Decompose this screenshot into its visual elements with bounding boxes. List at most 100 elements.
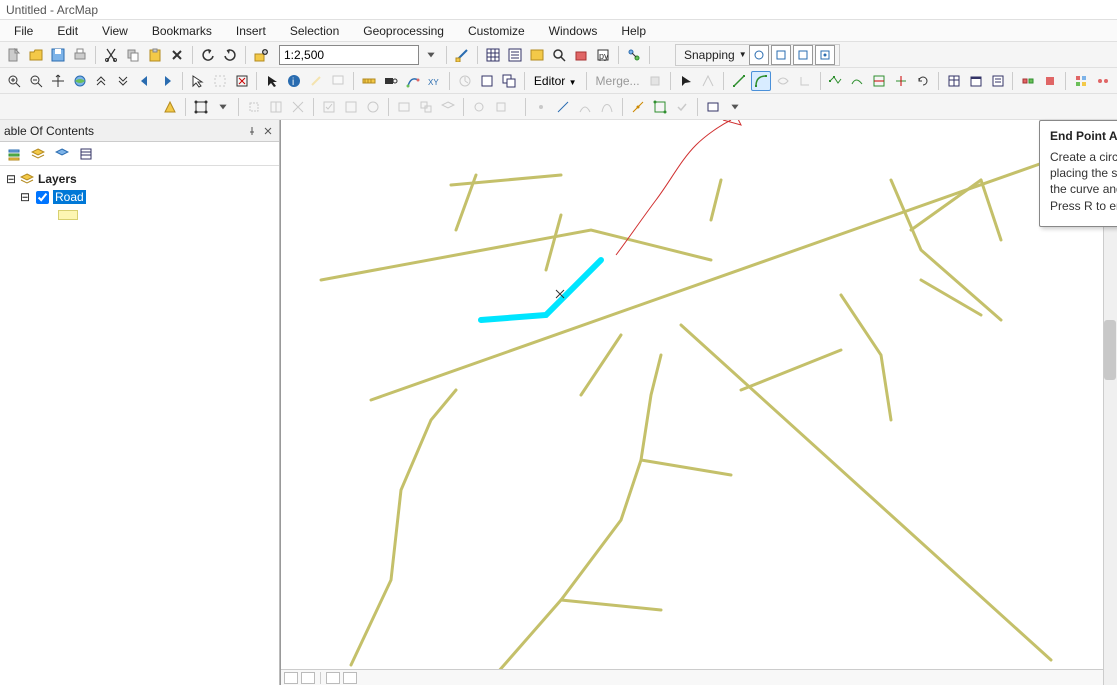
full-extent-icon[interactable]: [70, 71, 90, 91]
topology-error-icon[interactable]: [1040, 71, 1060, 91]
measure-icon[interactable]: [359, 71, 379, 91]
list-by-source-icon[interactable]: [28, 144, 48, 164]
validate-topology-icon[interactable]: [319, 97, 339, 117]
straight-segment-icon[interactable]: [729, 71, 749, 91]
menu-help[interactable]: Help: [611, 22, 656, 40]
refresh-view-icon[interactable]: [326, 672, 340, 684]
road-symbol-swatch[interactable]: [58, 210, 78, 220]
viewer-window-icon[interactable]: [499, 71, 519, 91]
zoom-in-icon[interactable]: [4, 71, 24, 91]
arc-tool-icon[interactable]: [575, 97, 595, 117]
menu-file[interactable]: File: [4, 22, 43, 40]
table-icon[interactable]: [483, 45, 503, 65]
list-by-drawing-order-icon[interactable]: [4, 144, 24, 164]
cut-polygons-icon[interactable]: [869, 71, 889, 91]
print-icon[interactable]: [70, 45, 90, 65]
list-by-visibility-icon[interactable]: [52, 144, 72, 164]
toc-layer-road-symbol[interactable]: [4, 206, 275, 224]
list-by-selection-icon[interactable]: [76, 144, 96, 164]
edit-annotation-icon[interactable]: [698, 71, 718, 91]
identify-icon[interactable]: i: [284, 71, 304, 91]
menu-geoprocessing[interactable]: Geoprocessing: [353, 22, 454, 40]
toc-layer-road-checkbox[interactable]: [36, 191, 49, 204]
planarize-icon[interactable]: [288, 97, 308, 117]
attributes-icon[interactable]: [944, 71, 964, 91]
html-popup-icon[interactable]: [328, 71, 348, 91]
parcel-editor-icon[interactable]: [160, 97, 180, 117]
fixed-zoom-in-icon[interactable]: [91, 71, 111, 91]
snap-end-icon[interactable]: [771, 45, 791, 65]
shared-features-icon[interactable]: [416, 97, 436, 117]
paste-icon[interactable]: [145, 45, 165, 65]
rotate-icon[interactable]: [913, 71, 933, 91]
find-icon[interactable]: [381, 71, 401, 91]
new-icon[interactable]: [4, 45, 24, 65]
open-icon[interactable]: [26, 45, 46, 65]
arctoolbox-icon[interactable]: [571, 45, 591, 65]
toc-icon[interactable]: [505, 45, 525, 65]
trace-icon[interactable]: [773, 71, 793, 91]
create-viewer-icon[interactable]: [477, 71, 497, 91]
right-angle-icon[interactable]: [795, 71, 815, 91]
split-icon[interactable]: [891, 71, 911, 91]
point-tool-icon[interactable]: [531, 97, 551, 117]
select-pointer-icon[interactable]: [262, 71, 282, 91]
pan-icon[interactable]: [48, 71, 68, 91]
pause-drawing-icon[interactable]: [343, 672, 357, 684]
go-to-xy-icon[interactable]: XY: [424, 71, 444, 91]
select-elements-icon[interactable]: [188, 71, 208, 91]
search-icon[interactable]: [549, 45, 569, 65]
collapse-icon[interactable]: ⊟: [4, 172, 18, 186]
fix-topology-icon[interactable]: [363, 97, 383, 117]
validate-extent-icon[interactable]: [341, 97, 361, 117]
topology-dropdown-icon[interactable]: [191, 97, 211, 117]
redo-icon[interactable]: [220, 45, 240, 65]
bezier-tool-icon[interactable]: [597, 97, 617, 117]
snap-edge-icon[interactable]: [815, 45, 835, 65]
create-features-icon[interactable]: [988, 71, 1008, 91]
show-shared-icon[interactable]: [469, 97, 489, 117]
editor-menu[interactable]: Editor ▼: [530, 74, 581, 88]
copy-icon[interactable]: [123, 45, 143, 65]
sketch-properties-icon[interactable]: [966, 71, 986, 91]
snapping-label[interactable]: Snapping: [680, 48, 739, 62]
map-scale-input[interactable]: [279, 45, 419, 65]
data-view-tab[interactable]: [284, 672, 298, 684]
menu-selection[interactable]: Selection: [280, 22, 349, 40]
time-slider-icon[interactable]: [455, 71, 475, 91]
map-scrollbar-thumb[interactable]: [1104, 320, 1116, 380]
catalog-icon[interactable]: [527, 45, 547, 65]
sketch-dropdown-icon[interactable]: [725, 97, 745, 117]
save-icon[interactable]: [48, 45, 68, 65]
clear-selection-icon[interactable]: [232, 71, 252, 91]
finish-sketch-icon[interactable]: [672, 97, 692, 117]
menu-bookmarks[interactable]: Bookmarks: [142, 22, 222, 40]
fixed-zoom-out-icon[interactable]: [113, 71, 133, 91]
construct-polygons-icon[interactable]: [244, 97, 264, 117]
snap-vertex-icon[interactable]: [793, 45, 813, 65]
sketch-props-icon[interactable]: [703, 97, 723, 117]
menu-windows[interactable]: Windows: [539, 22, 608, 40]
hyperlink-icon[interactable]: [306, 71, 326, 91]
edit-vertices-icon[interactable]: [826, 71, 846, 91]
menu-edit[interactable]: Edit: [47, 22, 88, 40]
split-polygons-icon[interactable]: [266, 97, 286, 117]
topology-props-icon[interactable]: [491, 97, 511, 117]
editor-toolbar-icon[interactable]: [452, 45, 472, 65]
toc-layer-road-label[interactable]: Road: [53, 190, 86, 204]
undo-icon[interactable]: [198, 45, 218, 65]
reshape-icon[interactable]: [847, 71, 867, 91]
menu-customize[interactable]: Customize: [458, 22, 535, 40]
toc-layers-root[interactable]: ⊟ Layers: [4, 170, 275, 188]
collapse-icon[interactable]: ⊟: [18, 190, 32, 204]
error-inspector-icon[interactable]: [394, 97, 414, 117]
scale-dropdown-icon[interactable]: [421, 45, 441, 65]
snap-point-icon[interactable]: [749, 45, 769, 65]
edit-tool-icon[interactable]: [676, 71, 696, 91]
end-point-arc-segment-icon[interactable]: [751, 71, 771, 91]
layout-view-tab[interactable]: [301, 672, 315, 684]
toc-close-icon[interactable]: [261, 124, 275, 138]
cut-icon[interactable]: [101, 45, 121, 65]
toc-pin-icon[interactable]: [245, 124, 259, 138]
line-tool-icon[interactable]: [553, 97, 573, 117]
